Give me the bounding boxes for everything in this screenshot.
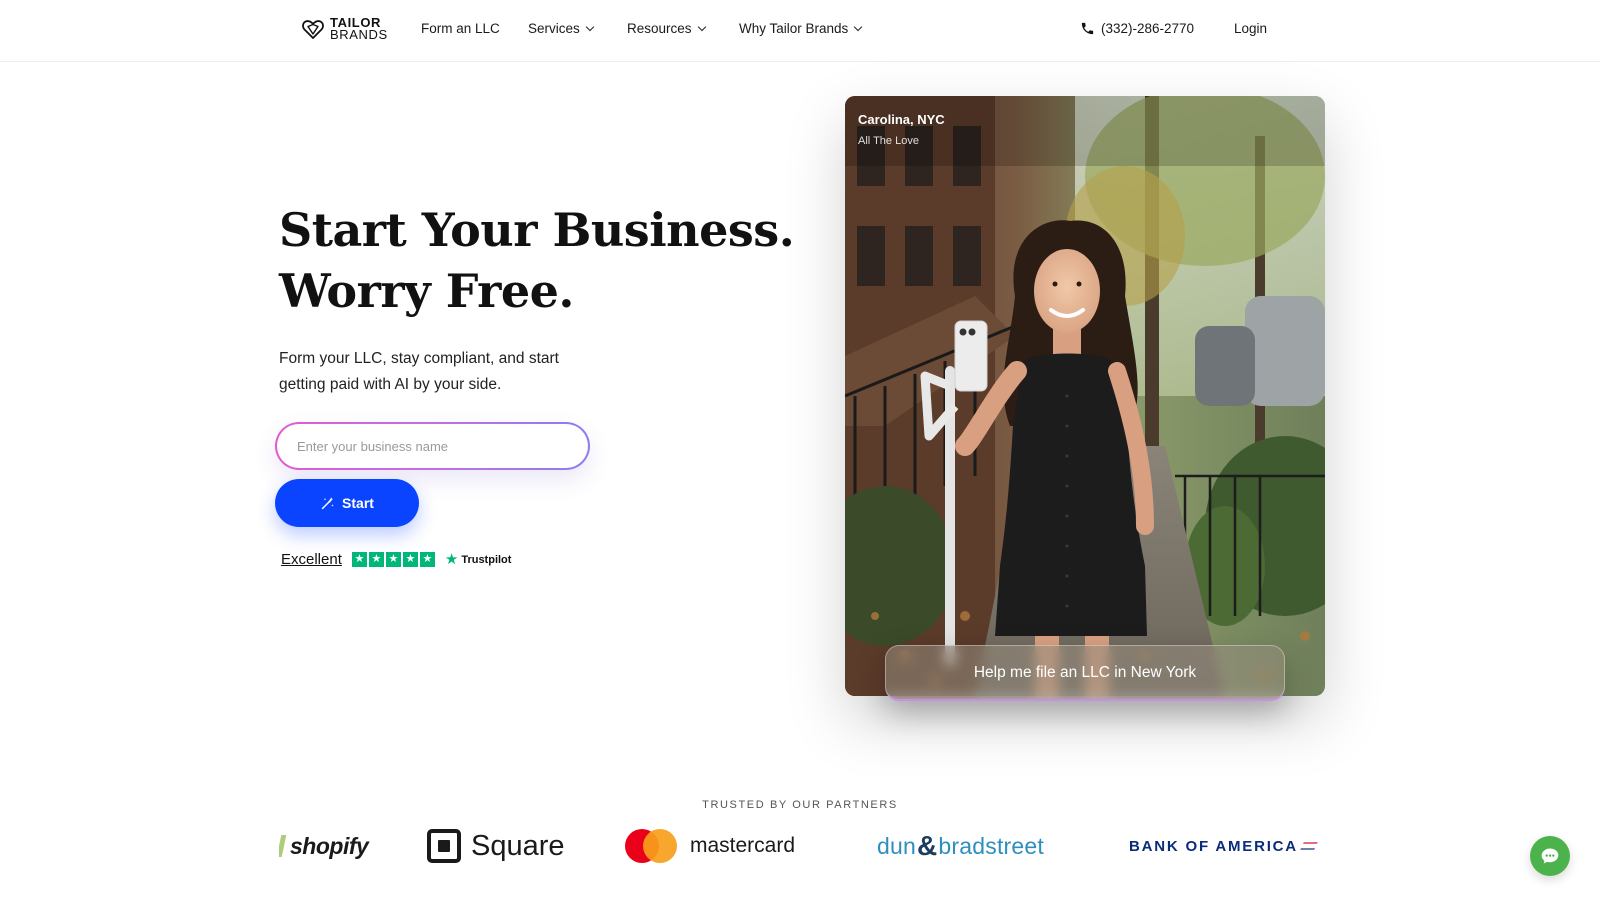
- mastercard-wordmark: mastercard: [690, 834, 796, 857]
- star-icon: ★: [402, 552, 418, 567]
- business-name-field-wrapper: [275, 422, 590, 470]
- boa-wordmark: BANK OF AMERICA: [1129, 837, 1298, 855]
- rating-stars: ★ ★ ★ ★ ★: [351, 552, 435, 567]
- star-icon: ★: [419, 552, 435, 567]
- nav-form-llc-label: Form an LLC: [421, 21, 500, 36]
- hero-headline: Start Your Business. Worry Free.: [279, 200, 795, 322]
- chat-button[interactable]: [1530, 836, 1570, 876]
- start-button[interactable]: Start: [275, 479, 419, 527]
- woman-walking-street-photo: [845, 96, 1325, 696]
- chevron-down-icon: [585, 22, 595, 32]
- chevron-down-icon: [854, 22, 863, 32]
- phone-number: (332)-286-2770: [1101, 21, 1195, 36]
- bank-of-america-logo: BANK OF AMERICA: [1129, 820, 1318, 872]
- shopify-logo: shopify: [279, 820, 369, 872]
- boa-flag-icon: [1300, 842, 1318, 850]
- testimonial-photo-card: Carolina, NYC All The Love: [845, 96, 1325, 696]
- trustpilot-logo: ★ Trustpilot: [444, 550, 512, 568]
- square-logo: Square: [427, 820, 565, 872]
- top-navigation: TAILOR BRANDS Form an LLC Services Resou…: [0, 0, 1600, 62]
- testimonial-caption: Carolina, NYC All The Love: [858, 112, 945, 147]
- trustpilot-star-icon: ★: [444, 550, 459, 568]
- nav-resources-label: Resources: [627, 21, 692, 36]
- nav-services-label: Services: [528, 21, 580, 36]
- nav-services[interactable]: Services: [528, 21, 595, 36]
- hero-subtext: Form your LLC, stay compliant, and start…: [279, 350, 559, 393]
- login-link[interactable]: Login: [1234, 21, 1267, 36]
- mastercard-logo: mastercard: [625, 820, 795, 872]
- testimonial-business: All The Love: [858, 135, 919, 147]
- star-icon: ★: [385, 552, 401, 567]
- chevron-down-icon: [697, 22, 706, 32]
- square-mark-icon: [427, 829, 461, 863]
- trustpilot-wordmark: Trustpilot: [461, 553, 512, 566]
- business-name-input[interactable]: [277, 424, 588, 468]
- tailor-brands-logo[interactable]: TAILOR BRANDS: [301, 16, 388, 42]
- partner-logos-strip: shopify Square mastercard dun & bradstre…: [279, 820, 1324, 872]
- nav-why-tailor-brands[interactable]: Why Tailor Brands: [739, 21, 863, 36]
- dun-bradstreet-logo: dun & bradstreet: [877, 820, 1044, 872]
- dnb-word-dun: dun: [877, 832, 916, 859]
- rating-label: Excellent: [281, 551, 342, 568]
- hero-headline-line-1: Start Your Business.: [279, 203, 795, 257]
- testimonial-name: Carolina, NYC: [858, 112, 945, 127]
- phone-link[interactable]: (332)-286-2770: [1080, 21, 1194, 36]
- square-wordmark: Square: [471, 829, 565, 862]
- partners-heading: TRUSTED BY OUR PARTNERS: [702, 799, 898, 811]
- hero-headline-line-2: Worry Free.: [279, 264, 574, 318]
- trustpilot-rating[interactable]: Excellent ★ ★ ★ ★ ★ ★ Trustpilot: [281, 551, 511, 568]
- nav-resources[interactable]: Resources: [627, 21, 706, 36]
- logo-word-brands: BRANDS: [330, 27, 388, 42]
- star-icon: ★: [351, 552, 367, 567]
- shopify-wordmark: shopify: [290, 832, 369, 859]
- star-icon: ★: [368, 552, 384, 567]
- chat-bubble-icon: [1541, 848, 1559, 864]
- mastercard-circles-icon: [625, 829, 677, 863]
- nav-why-tailor-brands-label: Why Tailor Brands: [739, 21, 849, 36]
- start-button-label: Start: [342, 495, 374, 511]
- dnb-word-bradstreet: bradstreet: [938, 832, 1044, 859]
- dnb-ampersand: &: [916, 830, 938, 861]
- heart-shield-logo-icon: [302, 20, 324, 39]
- ai-prompt-bubble: Help me file an LLC in New York: [885, 645, 1285, 701]
- phone-icon: [1081, 22, 1094, 35]
- shopify-bag-icon: [279, 835, 287, 857]
- nav-form-llc[interactable]: Form an LLC: [421, 21, 500, 36]
- magic-wand-icon: [321, 496, 334, 509]
